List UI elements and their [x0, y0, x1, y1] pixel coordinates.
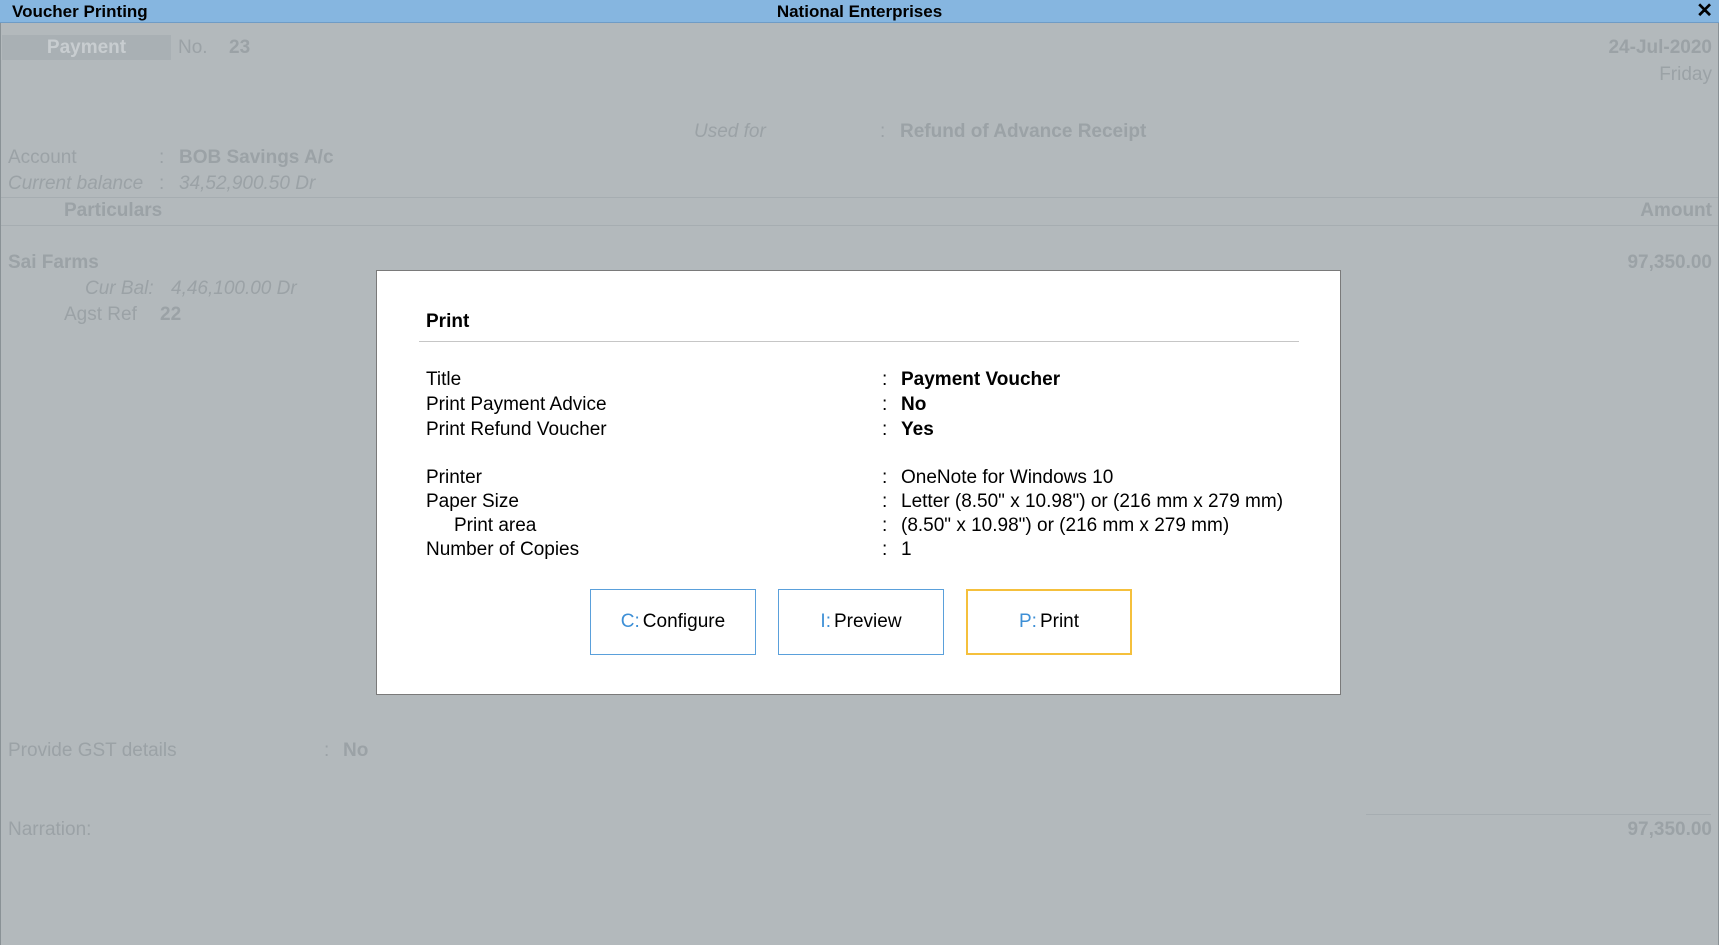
option-colon: : [882, 467, 888, 488]
button-label: Preview [833, 611, 902, 632]
option-row-print-payment-advice[interactable]: Print Payment Advice : No [377, 394, 1342, 418]
option-value[interactable]: OneNote for Windows 10 [901, 467, 1113, 489]
used-for-label: Used for [694, 121, 766, 142]
option-colon: : [882, 369, 888, 390]
button-label: Print [1039, 611, 1080, 632]
option-label: Print Payment Advice [426, 394, 607, 415]
hotkey-label: I: [820, 611, 831, 632]
cur-bal-value: 4,46,100.00 Dr [171, 278, 297, 299]
total-rule [1366, 814, 1711, 815]
option-label: Paper Size [426, 491, 519, 512]
used-for-value: Refund of Advance Receipt [900, 121, 1147, 142]
voucher-no-label: No. [178, 37, 208, 58]
current-balance-colon: : [159, 173, 165, 194]
option-colon: : [882, 394, 888, 415]
title-bar: Voucher Printing National Enterprises ✕ [0, 0, 1719, 23]
option-value[interactable]: 1 [901, 539, 912, 561]
voucher-type-badge: Payment [2, 35, 171, 60]
agst-ref-value: 22 [160, 304, 182, 325]
option-value[interactable]: Letter (8.50" x 10.98") or (216 mm x 279… [901, 491, 1283, 513]
option-colon: : [882, 539, 888, 560]
option-value[interactable]: (8.50" x 10.98") or (216 mm x 279 mm) [901, 515, 1229, 537]
configure-button[interactable]: C: Configure [590, 589, 756, 655]
entry-party: Sai Farms [8, 252, 99, 273]
current-balance-label: Current balance [8, 173, 144, 194]
option-colon: : [882, 419, 888, 440]
preview-button[interactable]: I: Preview [778, 589, 944, 655]
used-for-colon: : [880, 121, 886, 142]
company-name: National Enterprises [776, 2, 943, 21]
entry-amount: 97,350.00 [1627, 252, 1712, 273]
cur-bal-label: Cur Bal: [85, 278, 154, 299]
option-row-number-of-copies[interactable]: Number of Copies : 1 [377, 539, 1342, 563]
option-row-print-area[interactable]: Print area : (8.50" x 10.98") or (216 mm… [377, 515, 1342, 539]
account-colon: : [159, 147, 165, 168]
option-row-print-refund-voucher[interactable]: Print Refund Voucher : Yes [377, 419, 1342, 443]
account-label: Account [8, 147, 77, 168]
print-dialog: Print Title : Payment Voucher Print Paym… [376, 270, 1341, 695]
option-label: Number of Copies [426, 539, 580, 560]
voucher-date: 24-Jul-2020 [1608, 37, 1712, 58]
option-label: Print Refund Voucher [426, 419, 607, 440]
gst-label: Provide GST details [8, 740, 177, 761]
option-row-paper-size[interactable]: Paper Size : Letter (8.50" x 10.98") or … [377, 491, 1342, 515]
option-value[interactable]: Payment Voucher [901, 369, 1060, 391]
option-value[interactable]: Yes [901, 419, 934, 441]
hotkey-label: P: [1018, 611, 1037, 632]
total-amount: 97,350.00 [1627, 819, 1712, 840]
option-colon: : [882, 491, 888, 512]
divider [1, 225, 1718, 226]
dialog-divider [419, 341, 1299, 342]
gst-value: No [343, 740, 369, 761]
divider [1, 197, 1718, 198]
current-balance-value: 34,52,900.50 Dr [179, 173, 316, 194]
particulars-header: Particulars [64, 200, 163, 221]
voucher-day: Friday [1659, 64, 1712, 85]
button-label: Configure [642, 611, 726, 632]
option-row-printer[interactable]: Printer : OneNote for Windows 10 [377, 467, 1342, 491]
option-label: Printer [426, 467, 482, 488]
gst-colon: : [324, 740, 330, 761]
option-row-title[interactable]: Title : Payment Voucher [377, 369, 1342, 393]
narration-label: Narration: [8, 819, 92, 840]
option-colon: : [882, 515, 888, 536]
option-label: Print area [454, 515, 537, 536]
account-value: BOB Savings A/c [179, 147, 334, 168]
voucher-no-value: 23 [229, 37, 251, 58]
option-value[interactable]: No [901, 394, 926, 416]
amount-header: Amount [1640, 200, 1712, 221]
option-label: Title [426, 369, 462, 390]
dialog-title: Print [426, 311, 470, 332]
agst-ref-label: Agst Ref [64, 304, 137, 325]
print-button[interactable]: P: Print [966, 589, 1132, 655]
close-icon[interactable]: ✕ [1696, 0, 1713, 22]
hotkey-label: C: [620, 611, 640, 632]
